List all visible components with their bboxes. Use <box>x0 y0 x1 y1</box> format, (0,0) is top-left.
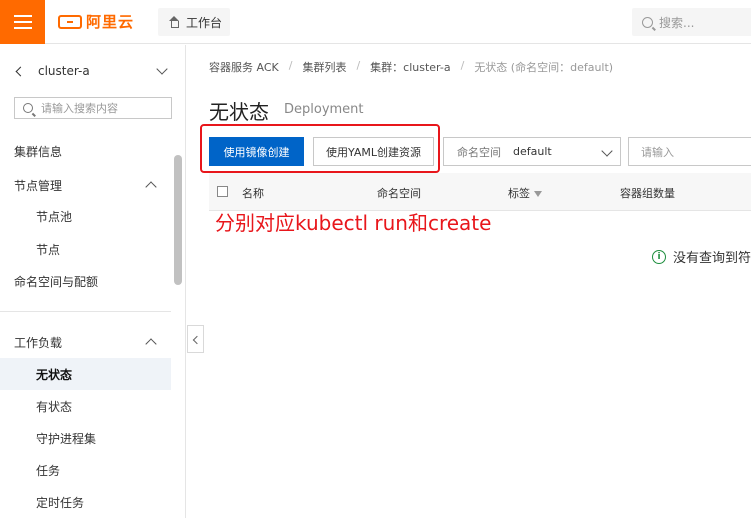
sidebar-item-deployments[interactable]: 无状态 <box>0 358 171 390</box>
search-placeholder: 搜索... <box>659 15 695 30</box>
namespace-select[interactable]: 命名空间 default <box>443 137 621 166</box>
sidebar-search-placeholder: 请输入搜索内容 <box>41 102 118 115</box>
sidebar-item-cluster-info[interactable]: 集群信息 <box>0 135 171 167</box>
column-header-label-text: 标签 <box>508 187 530 200</box>
sidebar-item-label: 节点 <box>36 242 61 257</box>
sidebar-item-label: 节点管理 <box>14 178 63 193</box>
breadcrumb-item-cluster-list[interactable]: 集群列表 <box>302 59 346 75</box>
chevron-up-icon <box>145 181 157 193</box>
table-header: 名称 命名空间 标签 容器组数量 <box>209 173 751 211</box>
breadcrumb-item-ack[interactable]: 容器服务 ACK <box>209 59 279 75</box>
breadcrumb-item-cluster[interactable]: 集群：cluster-a <box>370 59 450 75</box>
chevron-down-icon[interactable] <box>156 63 168 75</box>
select-all-checkbox[interactable] <box>217 186 228 197</box>
filter-icon[interactable] <box>534 191 542 197</box>
sidebar-item-label: 集群信息 <box>14 144 63 159</box>
workbench-label: 工作台 <box>186 15 223 30</box>
filter-placeholder: 请输入 <box>641 145 674 159</box>
sidebar-item-label: 任务 <box>36 463 61 478</box>
sidebar-search-input[interactable]: 请输入搜索内容 <box>14 97 172 119</box>
create-from-image-button[interactable]: 使用镜像创建 <box>209 137 304 166</box>
column-header-name[interactable]: 名称 <box>242 185 264 201</box>
chevron-up-icon <box>145 338 157 350</box>
sidebar-item-nodes[interactable]: 节点 <box>0 233 171 265</box>
sidebar-item-daemonsets[interactable]: 守护进程集 <box>0 422 171 454</box>
sidebar: cluster-a 请输入搜索内容 集群信息 节点管理 节点池 节点 命名空间与… <box>0 45 186 518</box>
sidebar-item-node-management[interactable]: 节点管理 <box>0 169 171 201</box>
sidebar-item-cronjobs[interactable]: 定时任务 <box>0 486 171 518</box>
sidebar-divider <box>0 311 171 312</box>
breadcrumb-separator: / <box>460 59 465 72</box>
home-icon <box>168 16 180 28</box>
column-header-pod-count[interactable]: 容器组数量 <box>620 185 675 201</box>
filter-input[interactable]: 请输入 <box>628 137 751 166</box>
breadcrumb-separator: / <box>288 59 293 72</box>
workbench-button[interactable]: 工作台 <box>158 8 230 36</box>
page-title: 无状态 <box>209 100 269 124</box>
sidebar-item-label: 无状态 <box>36 367 73 382</box>
breadcrumb: 容器服务 ACK / 集群列表 / 集群：cluster-a / 无状态 (命名… <box>209 59 613 75</box>
aliyun-logo-icon <box>58 14 82 29</box>
info-icon: i <box>652 249 666 264</box>
sidebar-item-workloads[interactable]: 工作负载 <box>0 326 171 358</box>
logo-text: 阿里云 <box>86 13 135 31</box>
menu-icon-bar <box>13 15 32 17</box>
breadcrumb-separator: / <box>356 59 361 72</box>
sidebar-item-jobs[interactable]: 任务 <box>0 454 171 486</box>
chevron-down-icon <box>601 145 613 157</box>
column-header-namespace[interactable]: 命名空间 <box>377 185 421 201</box>
sidebar-item-label: 工作负载 <box>14 335 63 350</box>
annotation-text: 分别对应kubectl run和create <box>215 211 492 235</box>
sidebar-item-label: 定时任务 <box>36 495 85 510</box>
namespace-value: default <box>513 145 552 158</box>
sidebar-item-label: 有状态 <box>36 399 73 414</box>
cluster-name: cluster-a <box>38 64 90 78</box>
top-bar: 阿里云 工作台 搜索... <box>0 0 751 44</box>
sidebar-item-namespace-quota[interactable]: 命名空间与配额 <box>0 265 171 297</box>
back-arrow-icon[interactable] <box>15 66 26 77</box>
breadcrumb-item-current: 无状态 (命名空间：default) <box>474 61 614 74</box>
empty-state: i 没有查询到符 <box>652 247 751 266</box>
sidebar-item-label: 节点池 <box>36 209 73 224</box>
aliyun-logo[interactable]: 阿里云 <box>58 11 134 32</box>
global-search-input[interactable]: 搜索... <box>632 8 751 36</box>
menu-icon-bar <box>13 21 32 23</box>
sidebar-item-node-pool[interactable]: 节点池 <box>0 200 171 232</box>
column-header-labels[interactable]: 标签 <box>508 185 542 201</box>
sidebar-item-label: 命名空间与配额 <box>14 274 99 289</box>
cluster-selector[interactable]: cluster-a <box>0 59 186 85</box>
sidebar-scrollbar[interactable] <box>174 155 182 285</box>
namespace-label: 命名空间 <box>457 145 501 159</box>
sidebar-item-statefulsets[interactable]: 有状态 <box>0 390 171 422</box>
page-subtitle: Deployment <box>284 102 364 117</box>
create-from-yaml-button[interactable]: 使用YAML创建资源 <box>313 137 434 166</box>
sidebar-item-label: 守护进程集 <box>36 431 97 446</box>
hamburger-menu-button[interactable] <box>0 0 45 44</box>
search-icon <box>642 16 653 28</box>
empty-state-text: 没有查询到符 <box>673 251 751 266</box>
menu-icon-bar <box>13 27 32 29</box>
search-icon <box>23 103 33 113</box>
collapse-sidebar-button[interactable] <box>187 325 204 353</box>
